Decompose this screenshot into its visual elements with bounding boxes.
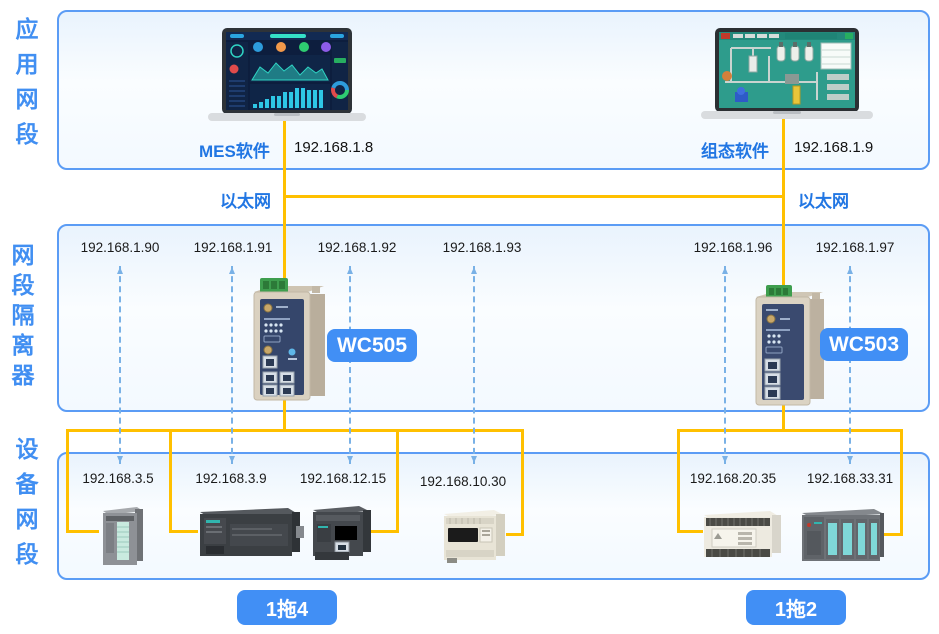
wc503-ip-2: 192.168.1.97 xyxy=(816,240,895,255)
application-segment-label: 应用网段 xyxy=(13,17,36,157)
wc505-ip-1: 192.168.1.90 xyxy=(81,240,160,255)
wc503-ip-1: 192.168.1.96 xyxy=(694,240,773,255)
mes-laptop-image xyxy=(208,28,366,124)
wc503-gateway-image xyxy=(750,283,830,407)
plc1-ip: 192.168.3.5 xyxy=(82,471,153,486)
group2-badge: 1拖2 xyxy=(746,590,846,625)
plc-delta-image xyxy=(698,507,786,561)
wc505-ip-2: 192.168.1.91 xyxy=(194,240,273,255)
mes-ip-label: 192.168.1.8 xyxy=(294,139,373,156)
group1-badge: 1拖4 xyxy=(237,590,337,625)
scada-laptop-image xyxy=(701,28,873,122)
wc503-badge: WC503 xyxy=(820,328,908,361)
plc3-ip: 192.168.12.15 xyxy=(300,471,386,486)
bus-line-group1 xyxy=(66,429,524,432)
drop-line-5 xyxy=(677,429,680,533)
drop-line-3 xyxy=(396,429,399,533)
mapping-arrow-6 xyxy=(849,266,851,464)
mapping-arrow-1 xyxy=(119,266,121,464)
bus-line-group2 xyxy=(677,429,903,432)
plc6-ip: 192.168.33.31 xyxy=(807,471,893,486)
scada-ip-label: 192.168.1.9 xyxy=(794,139,873,156)
drop-line-6 xyxy=(900,429,903,536)
drop-line-1-h xyxy=(66,530,99,533)
wc505-badge: WC505 xyxy=(327,329,417,362)
plc-s7300-module-image xyxy=(97,505,147,565)
mapping-arrow-2 xyxy=(231,266,233,464)
plc-s71200-image xyxy=(307,502,375,562)
plc-fx3u-image xyxy=(438,506,510,564)
plc-s7200-image xyxy=(192,504,304,560)
ethernet-label-left: 以太网 xyxy=(220,187,271,212)
drop-line-4 xyxy=(521,429,524,536)
plc5-ip: 192.168.20.35 xyxy=(690,471,776,486)
isolator-segment-label: 网段隔离器 xyxy=(9,243,32,393)
scada-software-label: 组态软件 xyxy=(701,137,769,162)
mapping-arrow-5 xyxy=(724,266,726,464)
wc505-ip-3: 192.168.1.92 xyxy=(318,240,397,255)
drop-line-3-h xyxy=(371,530,399,533)
device-segment-label: 设备网段 xyxy=(13,437,36,577)
drop-line-2 xyxy=(169,429,172,533)
plc2-ip: 192.168.3.9 xyxy=(195,471,266,486)
wc505-gateway-image xyxy=(248,276,332,406)
plc4-ip: 192.168.10.30 xyxy=(420,474,506,489)
mapping-arrow-3 xyxy=(349,266,351,464)
drop-line-1 xyxy=(66,429,69,533)
network-topology-diagram: 应用网段 网段隔离器 设备网段 xyxy=(0,0,939,634)
plc-s7300-rack-image xyxy=(798,505,886,563)
mapping-arrow-4 xyxy=(473,266,475,464)
wc505-ip-4: 192.168.1.93 xyxy=(443,240,522,255)
drop-line-6-h xyxy=(884,533,903,536)
mes-software-label: MES软件 xyxy=(199,137,270,162)
ethernet-line-horizontal xyxy=(283,195,785,198)
ethernet-label-right: 以太网 xyxy=(798,187,849,212)
